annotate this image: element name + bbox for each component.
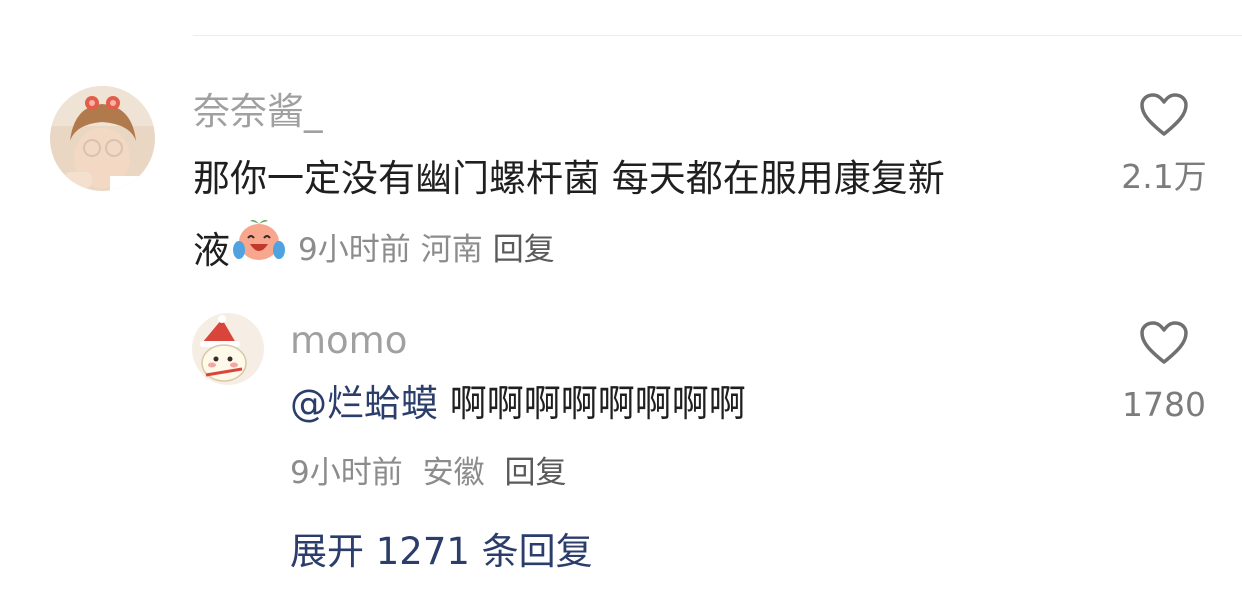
comment-text[interactable]: 那你一定没有幽门螺杆菌 每天都在服用康复新 液 9小时前 河南 回复 xyxy=(193,143,945,289)
reply-time: 9小时前 xyxy=(290,455,403,491)
reply-location: 安徽 xyxy=(422,455,485,491)
comment-text-line2: 液 9小时前 河南 回复 xyxy=(193,215,945,289)
reply-username[interactable]: momo xyxy=(290,322,407,359)
comment-like-count: 2.1万 xyxy=(1121,157,1207,196)
avatar[interactable] xyxy=(50,86,155,191)
reply-meta: 9小时前 安徽 回复 xyxy=(290,458,566,489)
comment-meta: 9小时前 河南 回复 xyxy=(298,232,555,268)
reply-like-count: 1780 xyxy=(1122,385,1206,424)
crying-laughing-face-emoji-icon xyxy=(232,214,286,286)
expand-replies-button[interactable]: 展开 1271 条回复 xyxy=(290,533,593,570)
comment-text-line1: 那你一定没有幽门螺杆菌 每天都在服用康复新 xyxy=(193,157,945,200)
comment-location: 河南 xyxy=(420,232,483,268)
comment-text-line2-text: 液 xyxy=(193,229,230,272)
reply-text[interactable]: @烂蛤蟆 啊啊啊啊啊啊啊啊 xyxy=(290,368,746,440)
avatar[interactable] xyxy=(192,313,264,385)
reply-reply-button[interactable]: 回复 xyxy=(504,455,566,491)
heart-icon[interactable] xyxy=(1139,92,1189,138)
comment-reply-button[interactable]: 回复 xyxy=(493,232,555,268)
top-divider xyxy=(193,35,1242,36)
reply-text-body: 啊啊啊啊啊啊啊啊 xyxy=(449,382,746,425)
heart-icon[interactable] xyxy=(1139,320,1189,366)
comment-time: 9小时前 xyxy=(298,232,411,268)
reply-mention-link[interactable]: @烂蛤蟆 xyxy=(290,382,438,425)
comment-username[interactable]: 奈奈酱_ xyxy=(193,93,323,130)
